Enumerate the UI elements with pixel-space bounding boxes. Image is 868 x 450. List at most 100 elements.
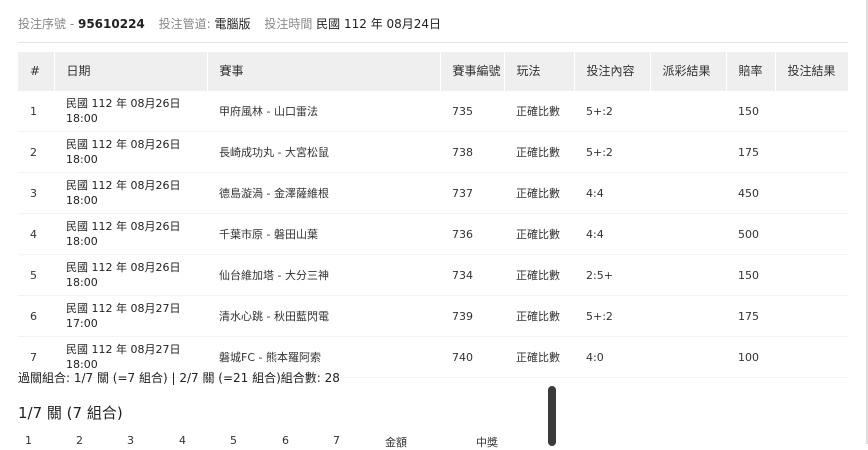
row-result	[775, 172, 848, 214]
bet-details-table: # 日期 賽事 賽事編號 玩法 投注內容 派彩結果 賠率 投注結果 1 民國 1…	[18, 52, 849, 378]
row-match: 甲府風林 - 山口雷法	[207, 91, 440, 132]
row-match-no: 740	[440, 336, 504, 378]
serial-value: 95610224	[77, 17, 145, 31]
row-time: 18:00	[66, 153, 98, 166]
row-match: 仙台維加塔 - 大分三神	[207, 254, 440, 296]
bet-info-header: 投注序號 - 95610224 投注管道: 電腦版 投注時間 民國 112 年 …	[18, 14, 441, 34]
row-date: 民國 112 年 08月26日	[66, 261, 181, 274]
row-result	[775, 295, 848, 337]
row-date: 民國 112 年 08月27日	[66, 302, 181, 315]
table-row: 2 民國 112 年 08月26日 18:00 長崎成功丸 - 大宮松鼠 738 …	[18, 131, 848, 173]
row-date: 民國 112 年 08月26日	[66, 220, 181, 233]
row-play: 正確比數	[504, 172, 574, 214]
serial-label: 投注序號 -	[18, 17, 75, 31]
row-match: 長崎成功丸 - 大宮松鼠	[207, 131, 440, 173]
row-time: 18:00	[66, 235, 98, 248]
row-content: 5+:2	[574, 91, 650, 132]
col-header-odds: 賠率	[726, 52, 776, 91]
combination-summary: 過關組合: 1/7 關 (=7 組合) | 2/7 關 (=21 組合)組合數:…	[18, 371, 340, 385]
row-match: 德島漩渦 - 金澤薩維根	[207, 172, 440, 214]
row-payout	[650, 295, 726, 337]
row-result	[775, 91, 848, 132]
row-date: 民國 112 年 08月27日	[66, 343, 181, 356]
col-header-match: 賽事	[207, 52, 441, 91]
col-header-content: 投注內容	[574, 52, 651, 91]
row-match: 清水心跳 - 秋田藍閃電	[207, 295, 440, 337]
row-odds: 150	[726, 91, 775, 132]
row-match: 千葉市原 - 磐田山葉	[207, 213, 440, 255]
row-datetime: 民國 112 年 08月26日 18:00	[54, 172, 207, 214]
channel-label: 投注管道:	[158, 17, 211, 31]
header-divider	[18, 42, 848, 43]
channel-value: 電腦版	[214, 17, 251, 31]
row-odds: 100	[726, 336, 775, 378]
sub-col-7: 7	[333, 434, 340, 447]
row-odds: 175	[726, 131, 775, 173]
row-odds: 175	[726, 295, 775, 337]
col-header-index: #	[18, 52, 55, 91]
row-index: 2	[18, 131, 54, 173]
row-time: 18:00	[66, 194, 98, 207]
row-datetime: 民國 112 年 08月27日 17:00	[54, 295, 207, 337]
row-datetime: 民國 112 年 08月26日 18:00	[54, 131, 207, 173]
row-index: 4	[18, 213, 54, 255]
time-value: 民國 112 年 08月24日	[316, 17, 442, 31]
row-datetime: 民國 112 年 08月26日 18:00	[54, 213, 207, 255]
row-index: 6	[18, 295, 54, 337]
row-match-no: 736	[440, 213, 504, 255]
table-row: 4 民國 112 年 08月26日 18:00 千葉市原 - 磐田山葉 736 正…	[18, 213, 848, 255]
row-content: 5+:2	[574, 131, 650, 173]
row-payout	[650, 172, 726, 214]
row-date: 民國 112 年 08月26日	[66, 179, 181, 192]
time-label: 投注時間	[264, 17, 313, 31]
row-index: 1	[18, 91, 54, 132]
col-header-play: 玩法	[504, 52, 575, 91]
row-match-no: 735	[440, 91, 504, 132]
row-result	[775, 254, 848, 296]
row-match-no: 737	[440, 172, 504, 214]
sub-col-5: 5	[230, 434, 237, 447]
row-result	[775, 336, 848, 378]
row-result	[775, 131, 848, 173]
row-content: 2:5+	[574, 254, 650, 296]
row-payout	[650, 254, 726, 296]
sub-col-4: 4	[179, 434, 186, 447]
row-play: 正確比數	[504, 131, 574, 173]
row-odds: 500	[726, 213, 775, 255]
sub-col-3: 3	[127, 434, 134, 447]
row-content: 4:4	[574, 172, 650, 214]
table-header-row: # 日期 賽事 賽事編號 玩法 投注內容 派彩結果 賠率 投注結果	[18, 52, 849, 91]
combination-section-title: 1/7 關 (7 組合)	[18, 404, 123, 422]
combination-table-header: 1 2 3 4 5 6 7 金額 中獎	[0, 434, 868, 449]
sub-col-6: 6	[282, 434, 289, 447]
table-row: 3 民國 112 年 08月26日 18:00 德島漩渦 - 金澤薩維根 737 …	[18, 172, 848, 214]
row-result	[775, 213, 848, 255]
row-play: 正確比數	[504, 91, 574, 132]
table-row: 1 民國 112 年 08月26日 18:00 甲府風林 - 山口雷法 735 正…	[18, 91, 848, 132]
row-play: 正確比數	[504, 295, 574, 337]
sub-col-win: 中獎	[476, 436, 498, 449]
row-datetime: 民國 112 年 08月26日 18:00	[54, 254, 207, 296]
row-content: 4:4	[574, 213, 650, 255]
row-payout	[650, 91, 726, 132]
col-header-payout: 派彩結果	[650, 52, 727, 91]
row-index: 3	[18, 172, 54, 214]
row-payout	[650, 131, 726, 173]
scrollbar-thumb[interactable]	[548, 386, 556, 446]
table-row: 5 民國 112 年 08月26日 18:00 仙台維加塔 - 大分三神 734 …	[18, 254, 848, 296]
row-play: 正確比數	[504, 254, 574, 296]
row-time: 18:00	[66, 276, 98, 289]
row-match-no: 738	[440, 131, 504, 173]
col-header-match-no: 賽事編號	[440, 52, 505, 91]
row-match-no: 739	[440, 295, 504, 337]
row-date: 民國 112 年 08月26日	[66, 138, 181, 151]
sub-col-2: 2	[76, 434, 83, 447]
row-time: 18:00	[66, 112, 98, 125]
row-content: 5+:2	[574, 295, 650, 337]
row-odds: 450	[726, 172, 775, 214]
row-datetime: 民國 112 年 08月26日 18:00	[54, 91, 207, 132]
col-header-result: 投注結果	[775, 52, 849, 91]
row-date: 民國 112 年 08月26日	[66, 97, 181, 110]
row-odds: 150	[726, 254, 775, 296]
row-content: 4:0	[574, 336, 650, 378]
